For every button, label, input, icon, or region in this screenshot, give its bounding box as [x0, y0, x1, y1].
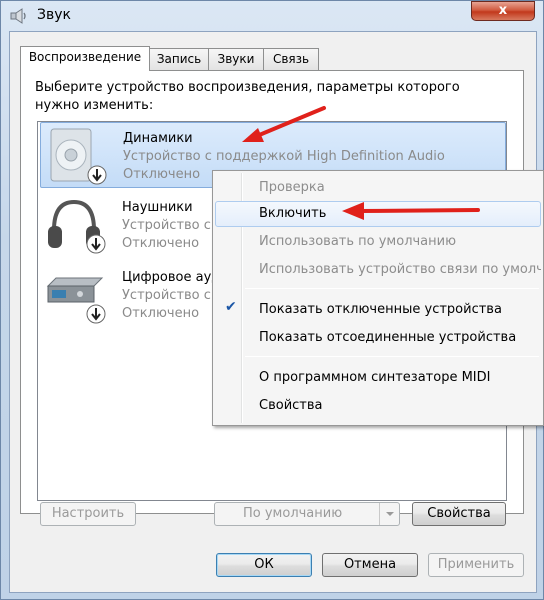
- device-name: Динамики: [123, 131, 193, 146]
- window-title: Звук: [37, 7, 71, 23]
- menu-item-enable[interactable]: Включить: [215, 201, 541, 227]
- close-button[interactable]: x: [471, 1, 535, 21]
- device-status: Отключено: [122, 236, 200, 251]
- device-description: Устройство с поддержкой High Definition …: [123, 149, 445, 164]
- device-name: Наушники: [122, 200, 193, 215]
- ok-button[interactable]: ОК: [216, 553, 312, 577]
- close-icon: x: [498, 3, 508, 18]
- set-default-label: По умолчанию: [243, 506, 343, 521]
- menu-item-properties[interactable]: Свойства: [215, 393, 541, 419]
- menu-item-midi-synth[interactable]: О программном синтезаторе MIDI: [215, 365, 541, 391]
- menu-separator: [245, 288, 539, 289]
- chevron-down-icon[interactable]: [379, 503, 399, 525]
- apply-button[interactable]: Применить: [428, 553, 524, 577]
- title-bar[interactable]: Звук x: [1, 1, 544, 31]
- menu-item-test[interactable]: Проверка: [215, 175, 541, 201]
- menu-item-set-default[interactable]: Использовать по умолчанию: [215, 229, 541, 255]
- configure-button[interactable]: Настроить: [40, 502, 136, 526]
- tab-playback[interactable]: Воспроизведение: [20, 46, 150, 71]
- device-status: Отключено: [123, 167, 201, 182]
- tab-communications[interactable]: Связь: [263, 48, 319, 70]
- properties-button[interactable]: Свойства: [412, 502, 506, 526]
- tab-sounds[interactable]: Звуки: [208, 48, 264, 70]
- menu-item-show-disabled[interactable]: Показать отключенные устройства: [215, 297, 541, 323]
- menu-separator: [245, 356, 539, 357]
- headphones-icon: [48, 199, 106, 254]
- cancel-button[interactable]: Отмена: [322, 553, 418, 577]
- set-default-button[interactable]: По умолчанию: [214, 502, 400, 526]
- menu-item-show-disconnected[interactable]: Показать отсоединенные устройства: [215, 325, 541, 351]
- tab-recording[interactable]: Запись: [149, 48, 209, 70]
- device-description: Устройство с: [122, 218, 211, 233]
- speaker-icon: [50, 128, 107, 185]
- device-status: Отключено: [122, 306, 200, 321]
- digital-audio-icon: [46, 277, 106, 324]
- context-menu: Проверка Включить Использовать по умолча…: [212, 170, 544, 426]
- instruction-text: Выберите устройство воспроизведения, пар…: [35, 80, 460, 113]
- device-description: Устройство с: [122, 288, 211, 303]
- speaker-icon: [10, 8, 26, 24]
- menu-item-set-default-comm[interactable]: Использовать устройство связи по умолчан…: [215, 257, 541, 283]
